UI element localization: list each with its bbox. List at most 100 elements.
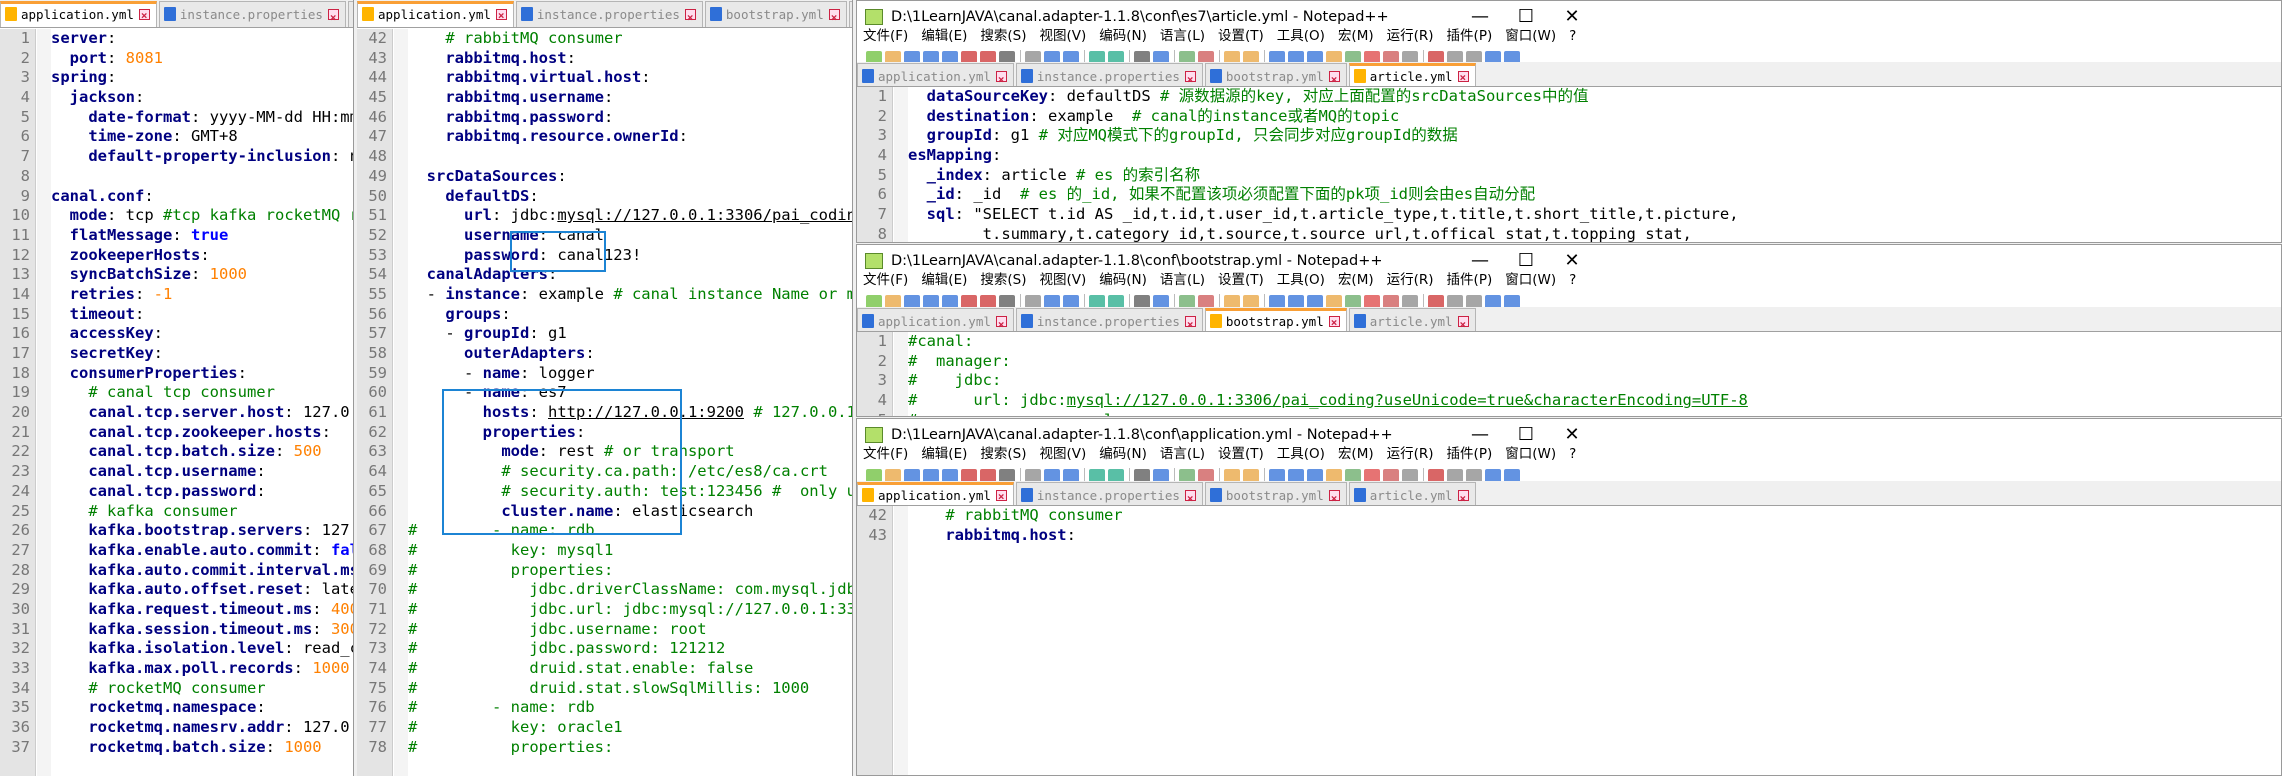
- menu-item[interactable]: 插件(P): [1447, 272, 1493, 288]
- close-tab-icon[interactable]: [1184, 486, 1196, 505]
- code-line[interactable]: # - name: rdb: [408, 698, 852, 718]
- file-tab[interactable]: instance.properties: [158, 1, 346, 27]
- menu-item[interactable]: 工具(O): [1277, 272, 1325, 288]
- file-tab[interactable]: article.yml: [1348, 308, 1476, 331]
- menu-item[interactable]: 窗口(W): [1505, 446, 1556, 462]
- code-line[interactable]: dataSourceKey: defaultDS # 源数据源的key, 对应上…: [908, 87, 2281, 107]
- code-line[interactable]: # druid.stat.slowSqlMillis: 1000: [408, 679, 852, 699]
- code-line[interactable]: canal.conf:: [51, 187, 353, 207]
- code-line[interactable]: # canal tcp consumer: [51, 383, 353, 403]
- code-line[interactable]: rocketmq.batch.size: 1000: [51, 738, 353, 758]
- code-line[interactable]: default-property-inclusion: non_null: [51, 147, 353, 167]
- code-line[interactable]: # username: canal: [908, 411, 2281, 416]
- code-line[interactable]: [408, 147, 852, 167]
- menu-item[interactable]: 语言(L): [1160, 272, 1205, 288]
- menu-item[interactable]: 设置(T): [1218, 28, 1264, 44]
- menu-item[interactable]: 工具(O): [1277, 28, 1325, 44]
- code-line[interactable]: jackson:: [51, 88, 353, 108]
- code-line[interactable]: rabbitmq.username:: [408, 88, 852, 108]
- code-line[interactable]: canal.tcp.batch.size: 500: [51, 442, 353, 462]
- menu-item[interactable]: 运行(R): [1387, 446, 1434, 462]
- menu-item[interactable]: 运行(R): [1387, 272, 1434, 288]
- code-line[interactable]: - groupId: g1: [408, 324, 852, 344]
- file-tab[interactable]: instance.properties: [1015, 308, 1203, 331]
- code-line[interactable]: rocketmq.namespace:: [51, 698, 353, 718]
- menu-item[interactable]: 编码(N): [1099, 28, 1147, 44]
- menu-item[interactable]: 编辑(E): [921, 28, 967, 44]
- code-line[interactable]: # url: jdbc:mysql://127.0.0.1:3306/pai_c…: [908, 391, 2281, 411]
- code-line[interactable]: canal.tcp.username:: [51, 462, 353, 482]
- code-line[interactable]: defaultDS:: [408, 187, 852, 207]
- code-line[interactable]: # properties:: [408, 561, 852, 581]
- close-tab-icon[interactable]: [1328, 486, 1340, 505]
- menu-item[interactable]: 编辑(E): [921, 446, 967, 462]
- close-tab-icon[interactable]: [138, 5, 150, 27]
- article-code-area[interactable]: 1234567891011 dataSourceKey: defaultDS #…: [857, 87, 2281, 242]
- code-line[interactable]: secretKey:: [51, 344, 353, 364]
- close-tab-icon[interactable]: [1457, 312, 1469, 331]
- code-line[interactable]: - instance: example # canal instance Nam…: [408, 285, 852, 305]
- menu-item[interactable]: ?: [1569, 28, 1576, 44]
- code-line[interactable]: time-zone: GMT+8: [51, 127, 353, 147]
- file-tab[interactable]: instance.properties: [1015, 482, 1203, 505]
- code-line[interactable]: kafka.max.poll.records: 1000: [51, 659, 353, 679]
- code-line[interactable]: groups:: [408, 305, 852, 325]
- menu-item[interactable]: 视图(V): [1040, 446, 1087, 462]
- close-tab-icon[interactable]: [995, 67, 1007, 86]
- file-tab[interactable]: bootstrap.yml: [704, 1, 847, 27]
- close-tab-icon[interactable]: [828, 5, 840, 27]
- code-line[interactable]: canal.tcp.server.host: 127.0.0.1:11111: [51, 403, 353, 423]
- close-tab-icon[interactable]: [327, 5, 339, 27]
- close-tab-icon[interactable]: [995, 312, 1007, 331]
- fold-margin[interactable]: [894, 87, 908, 242]
- left-code-area[interactable]: 1 2 3 4 5 6 7 8 9 10 11 12 13 14 15 16 17 18 19 20 21 22 23 24 2…: [0, 29, 353, 776]
- code-line[interactable]: # jdbc.url: jdbc:mysql://127.0.0.1:3306/…: [408, 600, 852, 620]
- file-tab[interactable]: application.yml: [857, 63, 1014, 86]
- close-tab-icon[interactable]: [495, 5, 507, 27]
- code-line[interactable]: _id: _id # es 的_id, 如果不配置该项必须配置下面的pk项_id…: [908, 185, 2281, 205]
- code-line[interactable]: kafka.enable.auto.commit: false: [51, 541, 353, 561]
- code-line[interactable]: - name: logger: [408, 364, 852, 384]
- code-line[interactable]: # jdbc.driverClassName: com.mysql.jdbc.D…: [408, 580, 852, 600]
- close-tab-icon[interactable]: [1184, 67, 1196, 86]
- menu-item[interactable]: 运行(R): [1387, 28, 1434, 44]
- menu-item[interactable]: 插件(P): [1447, 28, 1493, 44]
- code-line[interactable]: kafka.auto.commit.interval.ms: 1000: [51, 561, 353, 581]
- menu-item[interactable]: 窗口(W): [1505, 272, 1556, 288]
- bootstrap-code-area[interactable]: 123456 #canal:# manager:# jdbc:# url: jd…: [857, 332, 2281, 416]
- menu-item[interactable]: 编辑(E): [921, 272, 967, 288]
- code-line[interactable]: _index: article # es 的索引名称: [908, 166, 2281, 186]
- menu-item[interactable]: 文件(F): [863, 272, 908, 288]
- code-line[interactable]: port: 8081: [51, 49, 353, 69]
- code-line[interactable]: rabbitmq.resource.ownerId:: [408, 127, 852, 147]
- code-line[interactable]: #canal:: [908, 332, 2281, 352]
- code-line[interactable]: t.summary,t.category_id,t.source,t.sourc…: [908, 225, 2281, 242]
- file-tab[interactable]: application.yml: [857, 308, 1014, 331]
- menu-item[interactable]: ?: [1569, 446, 1576, 462]
- file-tab[interactable]: article.yml: [1348, 63, 1476, 86]
- menu-item[interactable]: 设置(T): [1218, 446, 1264, 462]
- code-line[interactable]: canalAdapters:: [408, 265, 852, 285]
- code-line[interactable]: server:: [51, 29, 353, 49]
- file-tab[interactable]: instance.properties: [1015, 63, 1203, 86]
- fold-margin[interactable]: [37, 29, 51, 776]
- code-line[interactable]: destination: example # canal的instance或者M…: [908, 107, 2281, 127]
- menu-item[interactable]: 搜索(S): [980, 28, 1026, 44]
- code-line[interactable]: # rabbitMQ consumer: [908, 506, 2281, 526]
- code-line[interactable]: sql: "SELECT t.id AS _id,t.id,t.user_id,…: [908, 205, 2281, 225]
- menu-item[interactable]: 视图(V): [1040, 272, 1087, 288]
- code-line[interactable]: groupId: g1 # 对应MQ模式下的groupId, 只会同步对应gro…: [908, 126, 2281, 146]
- fold-margin[interactable]: [894, 332, 908, 416]
- close-tab-icon[interactable]: [1328, 312, 1340, 331]
- code-line[interactable]: syncBatchSize: 1000: [51, 265, 353, 285]
- close-tab-icon[interactable]: [1457, 67, 1469, 86]
- code-line[interactable]: kafka.request.timeout.ms: 40000: [51, 600, 353, 620]
- file-tab[interactable]: application.yml: [857, 482, 1014, 505]
- file-tab[interactable]: bootstrap.yml: [1204, 63, 1347, 86]
- code-line[interactable]: # properties:: [408, 738, 852, 758]
- menu-item[interactable]: 搜索(S): [980, 272, 1026, 288]
- file-tab[interactable]: article.yml: [1348, 482, 1476, 505]
- menu-item[interactable]: 搜索(S): [980, 446, 1026, 462]
- menu-item[interactable]: 文件(F): [863, 446, 908, 462]
- menu-item[interactable]: ?: [1569, 272, 1576, 288]
